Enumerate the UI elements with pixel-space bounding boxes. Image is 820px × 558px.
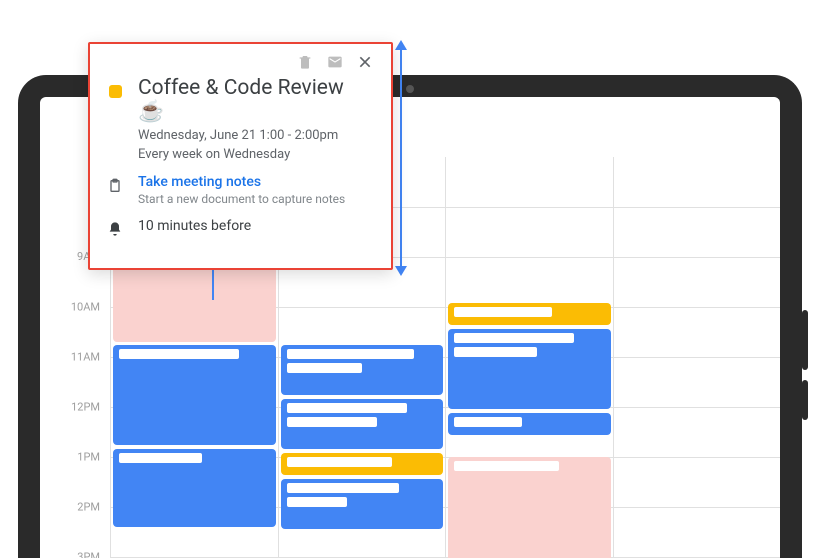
- clipboard-icon: [107, 177, 123, 195]
- event-datetime: Wednesday, June 21 1:00 - 2:00pm: [138, 128, 375, 143]
- calendar-event[interactable]: [281, 399, 444, 449]
- take-notes-sub: Start a new document to capture notes: [138, 192, 345, 206]
- calendar-event[interactable]: [113, 449, 276, 527]
- delete-icon[interactable]: [297, 54, 313, 70]
- event-color-chip: [109, 85, 122, 98]
- event-detail-popup: Coffee & Code Review ☕ Wednesday, June 2…: [88, 42, 393, 270]
- time-label-11am: 11AM: [60, 351, 100, 364]
- calendar-event[interactable]: [281, 453, 444, 475]
- reminder-text: 10 minutes before: [138, 218, 251, 234]
- popup-notes-row: Take meeting notes Start a new document …: [106, 174, 375, 206]
- calendar-event[interactable]: [448, 413, 611, 435]
- close-icon[interactable]: [357, 54, 373, 70]
- day-column-4[interactable]: [613, 157, 781, 558]
- calendar-event[interactable]: [281, 345, 444, 395]
- time-label-1pm: 1PM: [60, 451, 100, 464]
- time-label-3pm: 3PM: [60, 551, 100, 558]
- tablet-camera: [406, 85, 414, 93]
- device-side-button-2: [802, 380, 808, 420]
- time-label-2pm: 2PM: [60, 501, 100, 514]
- time-label-10am: 10AM: [60, 301, 100, 314]
- event-recurrence: Every week on Wednesday: [138, 147, 375, 162]
- calendar-event[interactable]: [448, 303, 611, 325]
- popup-action-bar: [106, 54, 375, 76]
- device-side-button-1: [802, 310, 808, 370]
- bell-icon: [107, 221, 123, 237]
- resize-indicator-arrow: [400, 48, 402, 268]
- calendar-event[interactable]: [113, 345, 276, 445]
- calendar-event[interactable]: [281, 479, 444, 529]
- callout-line: [212, 270, 214, 300]
- popup-title-row: Coffee & Code Review ☕ Wednesday, June 2…: [106, 76, 375, 162]
- calendar-event[interactable]: [448, 457, 611, 558]
- take-notes-link[interactable]: Take meeting notes: [138, 174, 345, 190]
- calendar-event[interactable]: [448, 329, 611, 409]
- day-column-3[interactable]: [445, 157, 613, 558]
- time-label-12pm: 12PM: [60, 401, 100, 414]
- event-title: Coffee & Code Review ☕: [138, 76, 375, 124]
- popup-reminder-row: 10 minutes before: [106, 218, 375, 237]
- email-icon[interactable]: [327, 54, 343, 70]
